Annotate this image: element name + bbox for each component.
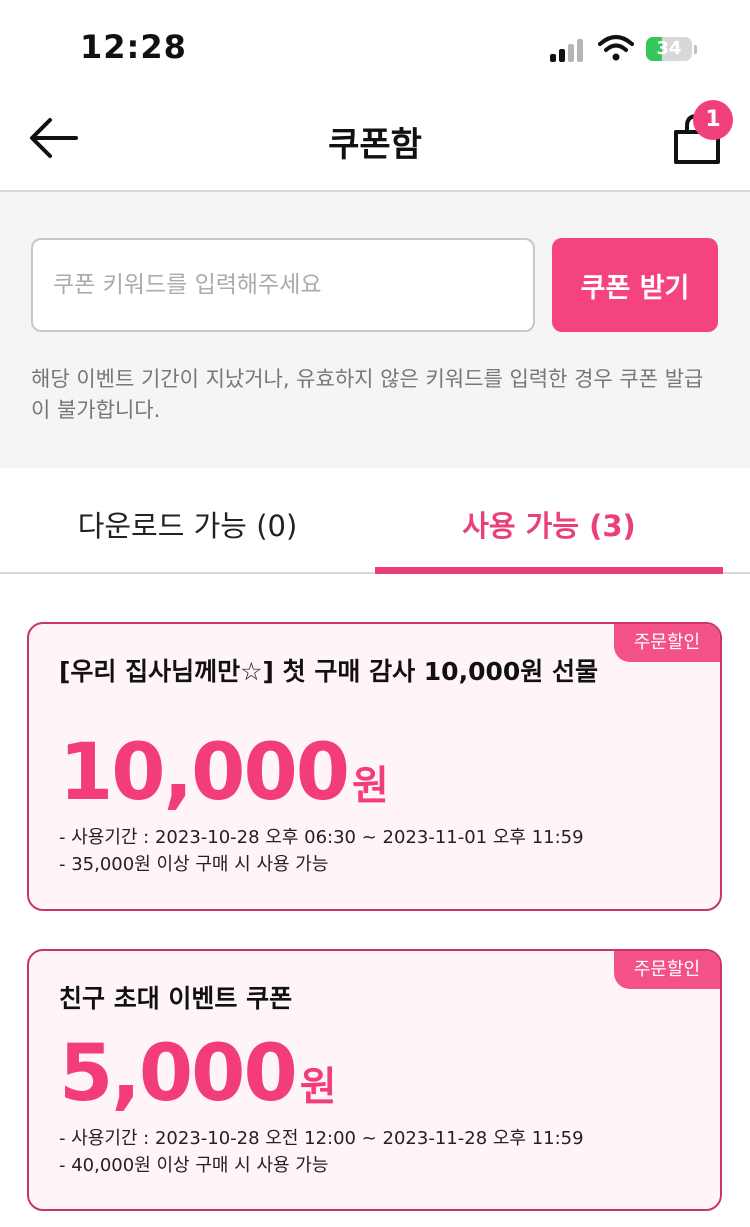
battery-tip — [694, 45, 697, 54]
coupon-title: [우리 집사님께만☆] 첫 구매 감사 10,000원 선물 — [59, 657, 598, 686]
coupon-notice: 해당 이벤트 기간이 지났거나, 유효하지 않은 키워드를 입력한 경우 쿠폰 … — [31, 367, 704, 422]
coupon-keyword-input[interactable] — [31, 238, 535, 332]
coupon-type-badge: 주문할인 — [614, 951, 720, 989]
header: 쿠폰함 — [0, 95, 750, 192]
coupon-amount-unit: 원 — [299, 1064, 337, 1110]
coupon-card[interactable]: 주문할인 친구 초대 이벤트 쿠폰 5,000 원 - 사용기간 : 2023-1… — [27, 949, 722, 1211]
coupon-keyword-section: 쿠폰 받기 해당 이벤트 기간이 지났거나, 유효하지 않은 키워드를 입력한 … — [0, 192, 750, 468]
coupon-card[interactable]: 주문할인 [우리 집사님께만☆] 첫 구매 감사 10,000원 선물 10,0… — [27, 622, 722, 911]
battery-icon: 34 — [646, 37, 692, 61]
tab-usable[interactable]: 사용 가능 (3) — [375, 468, 723, 572]
coupon-condition: - 40,000원 이상 구매 시 사용 가능 — [59, 1155, 329, 1176]
status-time: 12:28 — [80, 28, 187, 66]
coupon-period: - 사용기간 : 2023-10-28 오후 06:30 ~ 2023-11-0… — [59, 827, 584, 848]
coupon-amount-unit: 원 — [352, 763, 389, 809]
coupon-tabs: 다운로드 가능 (0) 사용 가능 (3) — [0, 468, 750, 574]
get-coupon-button[interactable]: 쿠폰 받기 — [552, 238, 718, 332]
coupon-type-badge: 주문할인 — [614, 624, 720, 662]
active-tab-indicator — [375, 567, 723, 574]
coupon-title: 친구 초대 이벤트 쿠폰 — [59, 984, 293, 1013]
coupon-amount: 10,000 원 — [59, 728, 389, 818]
battery-level: 34 — [656, 38, 682, 59]
coupon-condition: - 35,000원 이상 구매 시 사용 가능 — [59, 854, 329, 875]
coupon-amount: 5,000 원 — [59, 1029, 337, 1119]
cart-count-badge: 1 — [693, 100, 733, 140]
cellular-signal-icon — [550, 38, 586, 62]
tab-downloadable[interactable]: 다운로드 가능 (0) — [0, 468, 375, 572]
coupon-amount-value: 10,000 — [59, 728, 350, 818]
coupon-amount-value: 5,000 — [59, 1029, 298, 1119]
page-title: 쿠폰함 — [328, 125, 422, 165]
status-bar: 12:28 34 — [0, 0, 750, 95]
wifi-icon — [598, 35, 634, 61]
coupon-period: - 사용기간 : 2023-10-28 오전 12:00 ~ 2023-11-2… — [59, 1128, 584, 1149]
